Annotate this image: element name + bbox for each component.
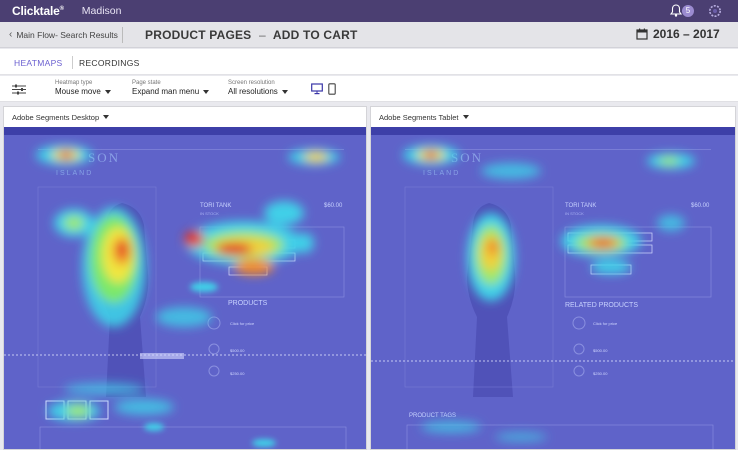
page-state-value: Expand man menu [132, 87, 200, 96]
related-heading: RELATED PRODUCTS [565, 302, 638, 309]
segment-select[interactable]: Adobe Segments Desktop [4, 107, 366, 127]
related-heading: PRODUCTS [228, 300, 268, 307]
heat-layer [36, 145, 340, 421]
breadcrumb-label: Main Flow- Search Results [16, 29, 118, 40]
related-item-0: Click for price [593, 321, 618, 326]
divider [122, 27, 123, 43]
heatmap-tablet: SON ISLAND TORI TANK $60.00 IN STOCK REL… [371, 127, 735, 449]
breadcrumb[interactable]: ‹ Main Flow- Search Results [9, 29, 118, 40]
caret-down-icon [104, 89, 111, 94]
product-name: TORI TANK [565, 203, 596, 209]
filter-sliders-icon[interactable] [12, 84, 26, 95]
related-thumb [573, 365, 585, 377]
related-item-2: $250.00 [230, 371, 245, 376]
desktop-icon[interactable] [311, 83, 323, 95]
description-box [39, 426, 347, 449]
product-price: $60.00 [324, 203, 343, 209]
page-title-separator: – [258, 28, 266, 42]
settings-icon[interactable] [708, 4, 722, 18]
related-thumb [573, 343, 585, 355]
heatmap-canvas[interactable]: SON ISLAND TORI TANK $60.00 IN STOCK REL… [371, 127, 735, 449]
caret-down-icon [281, 89, 288, 94]
page-title: PRODUCT PAGES – ADD TO CART [145, 28, 358, 42]
site-topbar [371, 127, 735, 135]
tab-divider [72, 56, 73, 69]
related-item-1: $500.00 [593, 348, 608, 353]
page-state-label: Page state [132, 80, 161, 86]
related-item-0: Click for price [230, 321, 255, 326]
heatmap-desktop: SON ISLAND TORI TANK $60.00 IN STOCK PRO… [4, 127, 366, 449]
caret-down-icon [462, 115, 469, 119]
segment-label: Adobe Segments Tablet [379, 112, 459, 122]
segment-label: Adobe Segments Desktop [12, 112, 100, 122]
top-bar: Clicktale® Madison 5 [0, 0, 738, 22]
calendar-icon [636, 28, 648, 40]
resolution-value: All resolutions [228, 87, 278, 96]
site-topbar [4, 127, 366, 135]
product-price: $60.00 [691, 203, 710, 209]
chevron-left-icon: ‹ [9, 29, 13, 40]
page-title-left: PRODUCT PAGES [145, 28, 252, 42]
page-state-select[interactable]: Page state Expand man menu [132, 80, 210, 96]
segment-select[interactable]: Adobe Segments Tablet [371, 107, 735, 127]
related-thumb [208, 343, 220, 355]
bell-icon[interactable] [670, 4, 682, 17]
heat-layer [403, 145, 695, 442]
account-name[interactable]: Madison [82, 5, 122, 17]
fold-label [140, 353, 184, 359]
logo-text: Clicktale [12, 4, 60, 18]
date-range-picker[interactable]: 2016 – 2017 [636, 27, 720, 41]
related-item-2: $250.00 [593, 371, 608, 376]
related-thumb [208, 365, 220, 377]
notification-badge[interactable]: 5 [682, 5, 694, 17]
tab-heatmaps[interactable]: HEATMAPS [14, 58, 63, 68]
resolution-label: Screen resolution [228, 80, 275, 86]
heatmap-type-value: Mouse move [55, 87, 101, 96]
related-item-1: $500.00 [230, 348, 245, 353]
date-range-label: 2016 – 2017 [653, 27, 720, 41]
heatmap-panel-tablet: Adobe Segments Tablet SON ISLAND TORI TA… [370, 106, 736, 450]
tablet-icon[interactable] [328, 83, 336, 95]
product-name: TORI TANK [200, 203, 231, 209]
title-bar: ‹ Main Flow- Search Results PRODUCT PAGE… [0, 22, 738, 48]
heatmap-type-select[interactable]: Heatmap type Mouse move [55, 80, 111, 96]
tabs-bar: HEATMAPS RECORDINGS [0, 49, 738, 75]
heatmap-canvas[interactable]: SON ISLAND TORI TANK $60.00 IN STOCK PRO… [4, 127, 366, 449]
heatmap-controls: Heatmap type Mouse move Page state Expan… [0, 76, 738, 102]
site-brand-sub: ISLAND [423, 170, 460, 177]
product-stock: IN STOCK [565, 211, 584, 216]
resolution-select[interactable]: Screen resolution All resolutions [228, 80, 288, 96]
site-brand-sub: ISLAND [56, 170, 93, 177]
page-title-right: ADD TO CART [272, 28, 358, 42]
related-thumb [572, 316, 586, 330]
tab-recordings[interactable]: RECORDINGS [79, 58, 140, 68]
heatmap-type-label: Heatmap type [55, 80, 93, 86]
product-stock: IN STOCK [200, 211, 219, 216]
caret-down-icon [203, 89, 210, 94]
tags-heading: PRODUCT TAGS [409, 413, 456, 419]
caret-down-icon [103, 115, 110, 119]
site-brand: SON [88, 150, 120, 165]
heatmap-panel-desktop: Adobe Segments Desktop SON ISLAND TORI T… [3, 106, 367, 450]
app-logo[interactable]: Clicktale® [12, 4, 64, 18]
